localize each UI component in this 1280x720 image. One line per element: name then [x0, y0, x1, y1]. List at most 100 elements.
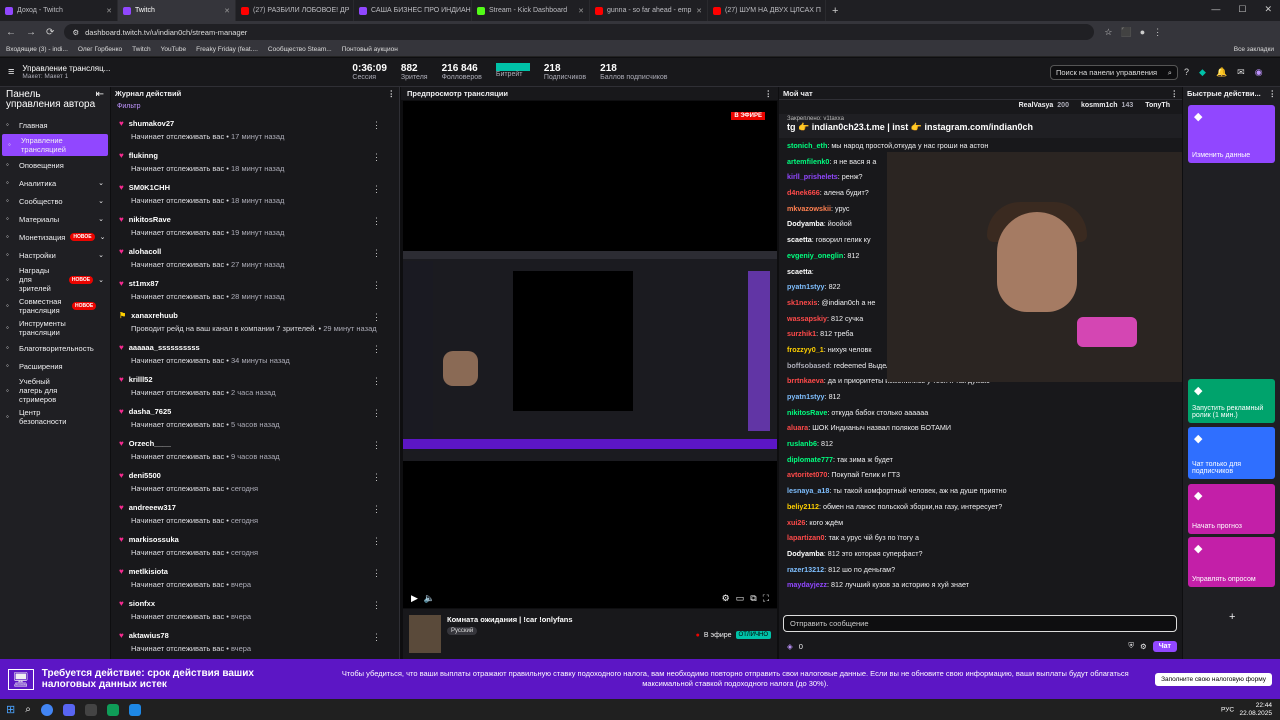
video-player[interactable]: В ЭФИРЕ: [403, 101, 777, 608]
bookmark-item[interactable]: Сообщество Steam...: [268, 46, 332, 53]
chat-username[interactable]: stonich_eth: [787, 141, 827, 150]
chat-message[interactable]: pyatn1styy: 812: [779, 389, 1182, 405]
activity-item[interactable]: ♥ krilll52 Начинает отслеживать вас • 2 ча…: [111, 372, 399, 404]
chat-username[interactable]: surzhik1: [787, 329, 816, 338]
leaderboard-user[interactable]: kosmm1ch 143: [1081, 102, 1133, 114]
activity-item[interactable]: ♥ SM0K1CHH Начинает отслеживать вас • 18 м…: [111, 180, 399, 212]
more-options-icon[interactable]: ⋮: [372, 184, 381, 195]
panel-menu-icon[interactable]: ⋮: [1171, 89, 1179, 98]
sidebar-item[interactable]: ◦ Главная: [0, 116, 110, 134]
leaderboard-user[interactable]: TonyTh: [1145, 102, 1174, 114]
sidebar-item[interactable]: ◦ Сообщество ⌄: [0, 192, 110, 210]
language-tag[interactable]: Русский: [447, 627, 478, 635]
more-options-icon[interactable]: ⋮: [372, 504, 381, 515]
chat-username[interactable]: aluara: [787, 423, 808, 432]
chat-username[interactable]: pyatn1styy: [787, 282, 825, 291]
chat-username[interactable]: Dodyamba: [787, 549, 824, 558]
app-icon[interactable]: [106, 703, 119, 716]
volume-icon[interactable]: 🔈: [424, 593, 435, 604]
chat-message[interactable]: razer13212: 812 шо по деньгам?: [779, 562, 1182, 578]
chat-username[interactable]: evgeniy_oneglin: [787, 251, 843, 260]
chat-message[interactable]: maydayjezz: 812 лучший кузов за историю …: [779, 577, 1182, 593]
chat-username[interactable]: razer13212: [787, 565, 824, 574]
new-tab-icon[interactable]: +: [832, 5, 838, 17]
dashboard-search[interactable]: Поиск на панели управления ⌕: [1050, 65, 1178, 80]
chat-username[interactable]: Dodyamba: [787, 219, 824, 228]
reload-icon[interactable]: ⟳: [46, 27, 54, 38]
close-tab-icon[interactable]: ✕: [578, 7, 584, 15]
sidebar-item[interactable]: ◦ Настройки ⌄: [0, 246, 110, 264]
activity-item[interactable]: ♥ flukinng Начинает отслеживать вас • 18 м…: [111, 148, 399, 180]
activity-item[interactable]: ♥ nikitosRave Начинает отслеживать вас • 1…: [111, 212, 399, 244]
chat-username[interactable]: scaetta: [787, 267, 812, 276]
popout-icon[interactable]: ⧉: [750, 593, 756, 604]
all-bookmarks[interactable]: Все закладки: [1234, 46, 1274, 53]
preview-title[interactable]: Предпросмотр трансляции: [407, 89, 508, 98]
more-options-icon[interactable]: ⋮: [372, 344, 381, 355]
url-field[interactable]: ⚙ dashboard.twitch.tv/u/indian0ch/stream…: [64, 24, 1095, 40]
more-options-icon[interactable]: ⋮: [372, 472, 381, 483]
chat-username[interactable]: avtoritet070: [787, 470, 827, 479]
activity-item[interactable]: ♥ st1mx87 Начинает отслеживать вас • 28 ми…: [111, 276, 399, 308]
close-tab-icon[interactable]: ✕: [696, 7, 702, 15]
panel-menu-icon[interactable]: ⋮: [1269, 89, 1277, 98]
chat-username[interactable]: xui26: [787, 518, 805, 527]
chat-username[interactable]: wassapskiy: [787, 314, 827, 323]
activity-item[interactable]: ♥ aktawius78 Начинает отслеживать вас • вч…: [111, 628, 399, 659]
star-icon[interactable]: ☆: [1104, 27, 1112, 38]
chat-message[interactable]: aluara: ШОК Индианыч назвал поляков БОТА…: [779, 420, 1182, 436]
notifications-icon[interactable]: 🔔: [1216, 67, 1227, 78]
bookmark-item[interactable]: YouTube: [161, 46, 187, 53]
discord-icon[interactable]: [62, 703, 75, 716]
close-tab-icon[interactable]: ✕: [224, 7, 230, 15]
sidebar-item[interactable]: ◦ Материалы ⌄: [0, 210, 110, 228]
hamburger-icon[interactable]: ≡: [8, 66, 14, 78]
chat-username[interactable]: scaetta: [787, 235, 812, 244]
activity-item[interactable]: ♥ Orzech____ Начинает отслеживать вас • 9 …: [111, 436, 399, 468]
browser-tab[interactable]: Stream - Kick Dashboard ✕: [472, 0, 590, 21]
browser-tab[interactable]: (27) РАЗБИЛИ ЛОБОВОЕ! ДР✕: [236, 0, 354, 21]
chat-message[interactable]: diplomate777: так зима ж будет: [779, 452, 1182, 468]
chat-message[interactable]: lapartizan0: так а урус чій буз по їтогу…: [779, 530, 1182, 546]
sidebar-item[interactable]: ◦ Центр безопасности: [0, 406, 110, 428]
chat-settings-icon[interactable]: ⚙: [1140, 642, 1147, 651]
close-window-icon[interactable]: ✕: [1264, 4, 1272, 15]
collapse-icon[interactable]: ⇤: [96, 90, 104, 110]
more-options-icon[interactable]: ⋮: [372, 216, 381, 227]
sidebar-item[interactable]: ◦ Оповещения: [0, 156, 110, 174]
mod-icon[interactable]: ⛨: [1128, 641, 1134, 651]
more-options-icon[interactable]: ⋮: [372, 568, 381, 579]
chat-username[interactable]: mkvazowskii: [787, 204, 831, 213]
menu-icon[interactable]: ⋮: [1153, 27, 1162, 38]
windows-start-icon[interactable]: ⊞: [6, 703, 15, 716]
pinned-message[interactable]: Закреплено: v1taxxa tg 👉 indian0ch23.t.m…: [779, 114, 1182, 138]
back-icon[interactable]: ←: [6, 27, 16, 38]
more-options-icon[interactable]: ⋮: [372, 408, 381, 419]
activity-item[interactable]: ♥ markisossuka Начинает отслеживать вас • …: [111, 532, 399, 564]
more-options-icon[interactable]: ⋮: [372, 120, 381, 131]
quick-action-button[interactable]: ◆ Чат только для подписчиков: [1188, 427, 1275, 479]
sidebar-item[interactable]: ◦ Совместная трансляция НОВОЕ: [0, 295, 110, 317]
chat-username[interactable]: brrtnkaeva: [787, 376, 824, 385]
browser-tab[interactable]: (27) ШУМ НА ДВУХ ЦЛСАХ П ✕: [708, 0, 826, 21]
chat-username[interactable]: kirll_prishelets: [787, 172, 838, 181]
chat-message[interactable]: nikitosRave: откуда бабок столько аааааа: [779, 405, 1182, 421]
activity-item[interactable]: ♥ dasha_7625 Начинает отслеживать вас • 5 …: [111, 404, 399, 436]
play-icon[interactable]: ▶: [411, 593, 418, 604]
chat-message[interactable]: lesnaya_a18: ты такой комфортный человек…: [779, 483, 1182, 499]
quick-action-button[interactable]: ◆ Управлять опросом: [1188, 537, 1275, 587]
more-options-icon[interactable]: ⋮: [372, 376, 381, 387]
activity-item[interactable]: ♥ metlkisiota Начинает отслеживать вас • в…: [111, 564, 399, 596]
inbox-icon[interactable]: ✉: [1237, 67, 1245, 78]
sidebar-item[interactable]: ◦ Монетизация НОВОЕ ⌄: [0, 228, 110, 246]
more-options-icon[interactable]: ⋮: [372, 152, 381, 163]
chat-username[interactable]: pyatn1styy: [787, 392, 825, 401]
chat-username[interactable]: ruslanb6: [787, 439, 817, 448]
fullscreen-icon[interactable]: ⛶: [763, 593, 769, 604]
quick-action-button[interactable]: ◆ Изменить данные: [1188, 105, 1275, 163]
chat-username[interactable]: maydayjezz: [787, 580, 827, 589]
chat-message[interactable]: beliy2112: обмен на ланос польской зборк…: [779, 499, 1182, 515]
bookmark-item[interactable]: Олег Горбенко: [78, 46, 122, 53]
activity-item[interactable]: ⚑ xanaxrehuub Проводит рейд на ваш канал в…: [111, 308, 399, 340]
help-icon[interactable]: ?: [1184, 67, 1189, 78]
